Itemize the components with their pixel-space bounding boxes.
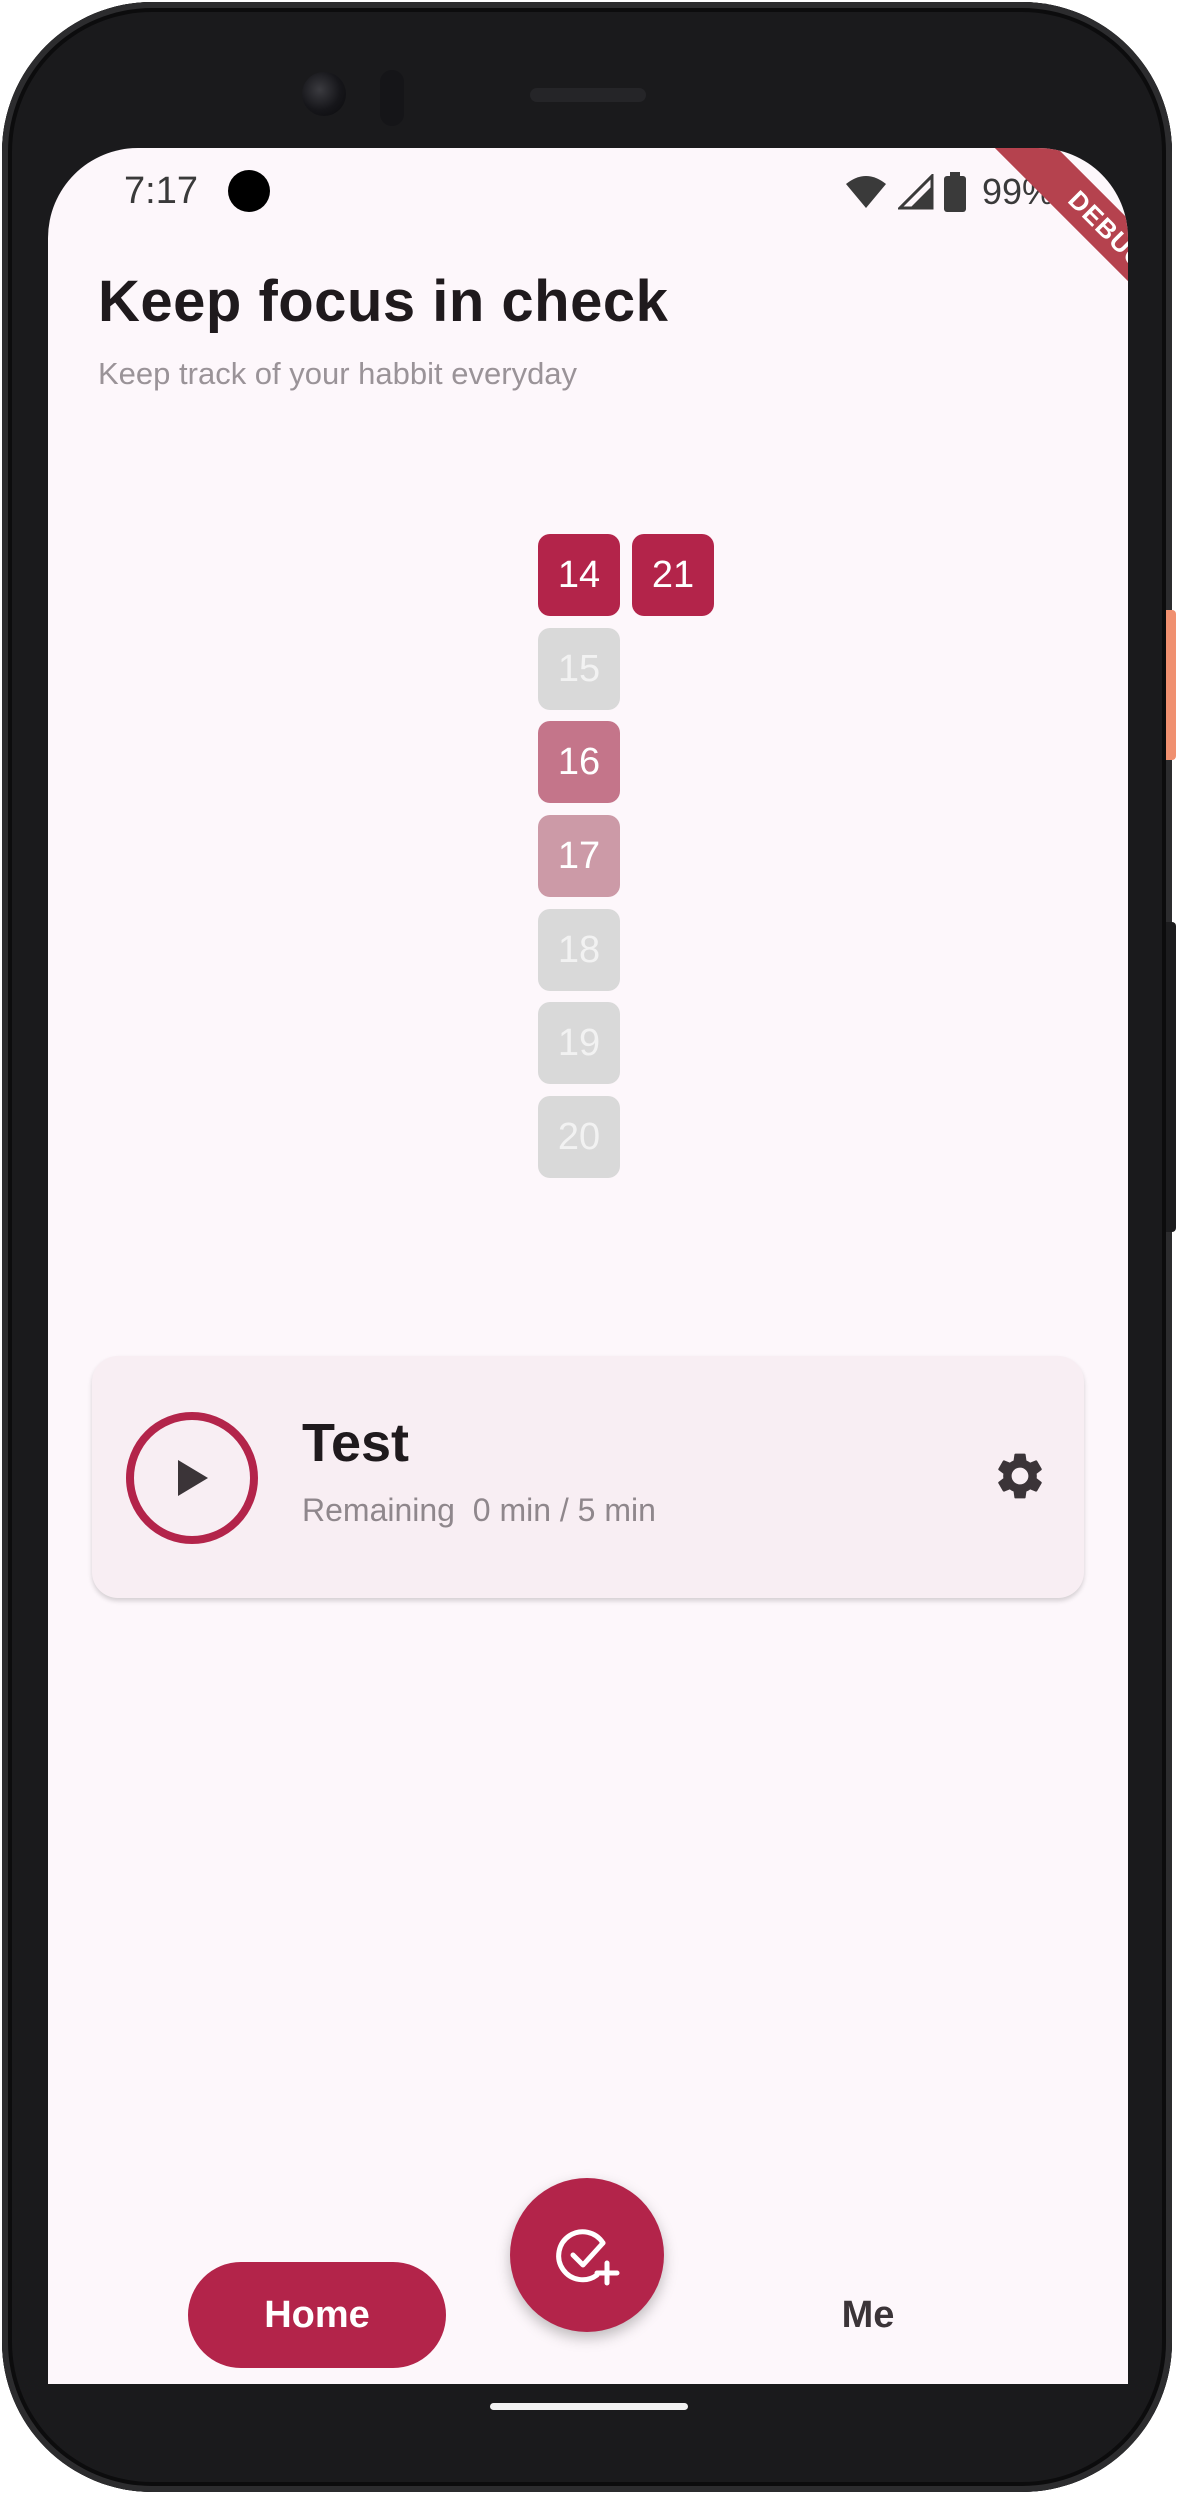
day-cell[interactable]: 20 — [538, 1096, 620, 1178]
power-button — [1166, 610, 1176, 760]
habit-remaining: Remaining 0 min / 5 min — [302, 1492, 656, 1528]
day-cell[interactable]: 19 — [538, 1002, 620, 1084]
status-time: 7:17 — [124, 170, 198, 212]
day-cell[interactable]: 21 — [632, 534, 714, 616]
phone-frame: 7:17 99% DEBUG Keep focus in check Keep … — [2, 2, 1176, 2492]
add-habit-button[interactable] — [510, 2178, 664, 2332]
day-cell[interactable]: 14 — [538, 534, 620, 616]
day-cell[interactable]: 17 — [538, 815, 620, 897]
day-cell[interactable]: 15 — [538, 628, 620, 710]
wifi-icon — [846, 176, 886, 208]
page-title: Keep focus in check — [98, 269, 669, 334]
cell-signal-icon — [898, 174, 934, 210]
camera-cutout — [228, 170, 270, 212]
habit-card[interactable]: Test Remaining 0 min / 5 min — [92, 1356, 1084, 1598]
home-indicator — [490, 2403, 688, 2410]
play-icon — [178, 1460, 208, 1496]
day-cell[interactable]: 16 — [538, 721, 620, 803]
page-subtitle: Keep track of your habbit everyday — [98, 356, 578, 391]
day-cell[interactable]: 18 — [538, 909, 620, 991]
app-screen: 7:17 99% DEBUG Keep focus in check Keep … — [48, 148, 1128, 2384]
gear-icon — [998, 1453, 1042, 1499]
add-task-icon — [556, 2229, 620, 2286]
proximity-sensor — [380, 70, 404, 126]
play-button[interactable] — [126, 1412, 258, 1544]
battery-icon — [944, 172, 966, 212]
habit-name: Test — [302, 1413, 410, 1473]
nav-me-tab[interactable]: Me — [788, 2272, 948, 2358]
volume-button — [1166, 922, 1176, 1232]
earpiece-speaker — [530, 88, 646, 102]
habit-settings-button[interactable] — [988, 1444, 1052, 1508]
nav-home-tab[interactable]: Home — [188, 2262, 446, 2368]
front-camera — [302, 72, 346, 116]
